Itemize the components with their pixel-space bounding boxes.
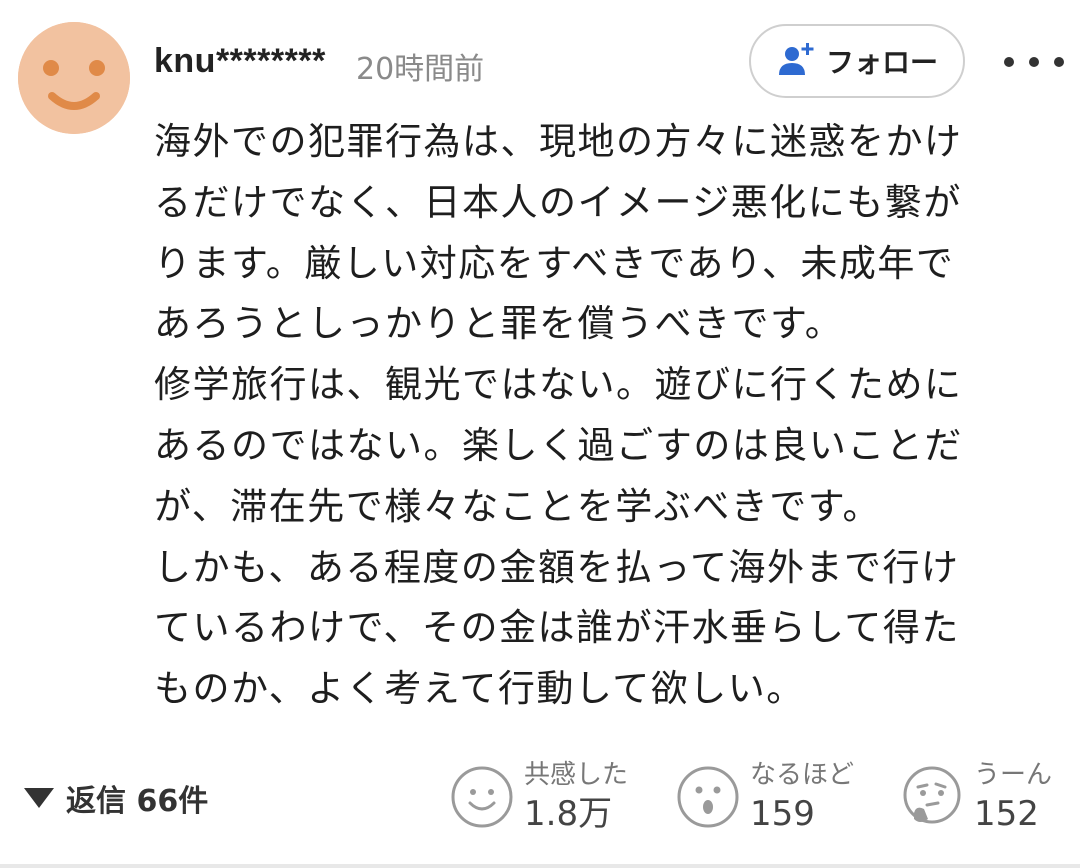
add-user-icon <box>776 41 816 81</box>
dot <box>1004 57 1014 67</box>
reaction-count: 152 <box>974 794 1039 834</box>
comment-body: 海外での犯罪行為は、現地の方々に迷惑をかけ るだけでなく、日本人のイメージ悪化に… <box>154 112 1054 720</box>
comment-line: ります。厳しい対応をすべきであり、未成年で <box>154 241 955 285</box>
follow-label: フォロー <box>825 46 938 79</box>
reaction-count: 1.8万 <box>524 794 613 834</box>
smiley-avatar-icon <box>18 22 130 134</box>
thinking-face-icon <box>900 765 964 829</box>
reaction-label: うーん <box>974 760 1053 790</box>
comment-line: ているわけで、その金は誰が汗水垂らして得た <box>154 606 960 650</box>
comment-line: が、滞在先で様々なことを学ぶべきです。 <box>154 484 882 528</box>
reaction-label: 共感した <box>524 760 629 790</box>
more-options-icon[interactable] <box>1004 48 1064 76</box>
comment-line: しかも、ある程度の金額を払って海外まで行け <box>154 545 960 589</box>
dot <box>1054 57 1064 67</box>
comment-line: あるのではない。楽しく過ごすのは良いことだ <box>154 423 963 467</box>
replies-label: 返信 66件 <box>66 784 209 819</box>
username[interactable]: knu******** <box>154 42 326 81</box>
dot <box>1029 57 1039 67</box>
comment-line: あろうとしっかりと罪を償うべきです。 <box>154 302 844 346</box>
reaction-label: なるほど <box>750 760 855 790</box>
reaction-insightful-button[interactable]: なるほど 159 <box>676 758 854 836</box>
reaction-agree-button[interactable]: 共感した 1.8万 <box>450 758 628 836</box>
comment-line: るだけでなく、日本人のイメージ悪化にも繋が <box>154 180 962 224</box>
comment-line: ものか、よく考えて行動して欲しい。 <box>154 667 805 711</box>
avatar[interactable] <box>18 22 130 134</box>
divider <box>0 864 1080 868</box>
replies-toggle[interactable]: 返信 66件 <box>24 776 208 820</box>
reaction-count: 159 <box>750 794 815 834</box>
surprised-face-icon <box>676 765 740 829</box>
triangle-down-icon <box>24 788 54 808</box>
timestamp: 20時間前 <box>356 52 485 87</box>
smile-face-icon <box>450 765 514 829</box>
comment-line: 海外での犯罪行為は、現地の方々に迷惑をかけ <box>154 120 963 163</box>
follow-button[interactable]: フォロー <box>749 24 965 98</box>
reaction-hmm-button[interactable]: うーん 152 <box>900 758 1052 836</box>
comment-line: 修学旅行は、観光ではない。遊びに行くために <box>154 363 963 407</box>
